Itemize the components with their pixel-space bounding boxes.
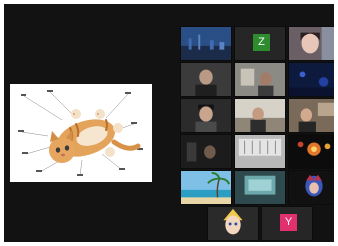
city-skyline-video — [181, 27, 231, 60]
anime-character-video — [289, 171, 334, 204]
participant-avatar: Y — [280, 214, 297, 231]
dark-room-video — [181, 135, 231, 168]
person-couch-video — [235, 99, 285, 132]
participant-tile[interactable] — [180, 134, 232, 169]
participant-tile[interactable] — [234, 134, 286, 169]
participant-tile[interactable] — [288, 62, 334, 97]
screen-teal-video — [235, 171, 285, 204]
person-dark-video — [181, 99, 231, 132]
beach-palm-video — [181, 171, 231, 204]
participant-tile[interactable] — [288, 134, 334, 169]
office-wall-video — [235, 135, 285, 168]
participant-tile[interactable] — [288, 98, 334, 133]
kitten-photo — [10, 84, 152, 182]
participant-tile[interactable] — [180, 170, 232, 205]
person-face-video — [289, 27, 334, 60]
participant-tile[interactable]: Z — [234, 26, 286, 61]
participant-tile[interactable] — [180, 26, 232, 61]
fireworks-video — [289, 135, 334, 168]
night-blue-video — [289, 63, 334, 96]
person-dim-video — [181, 63, 231, 96]
anime-face-video — [208, 207, 258, 240]
participant-tile[interactable] — [234, 62, 286, 97]
participant-tile[interactable] — [234, 98, 286, 133]
room-video — [235, 63, 285, 96]
shared-screen[interactable] — [10, 84, 152, 182]
participant-avatar: Z — [253, 34, 270, 51]
participant-tile[interactable]: Y — [261, 206, 313, 241]
participant-tile[interactable] — [207, 206, 259, 241]
participant-tile[interactable] — [180, 98, 232, 133]
person-room-video — [289, 99, 334, 132]
participant-tile[interactable] — [288, 26, 334, 61]
participant-tile[interactable] — [234, 170, 286, 205]
participant-tile[interactable] — [288, 170, 334, 205]
participant-tile[interactable] — [180, 62, 232, 97]
meeting-window: Z Y — [4, 4, 334, 242]
